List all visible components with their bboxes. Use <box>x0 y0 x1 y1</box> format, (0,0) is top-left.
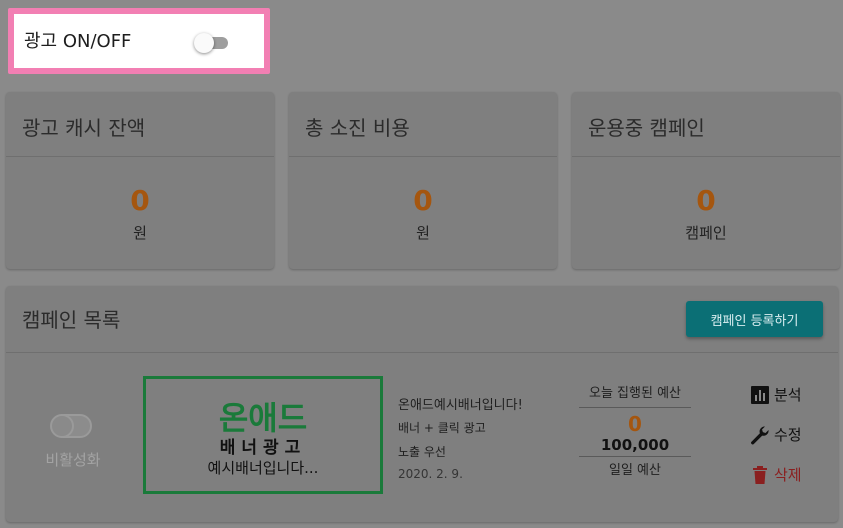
divider <box>579 407 691 408</box>
daily-budget-label: 일일 예산 <box>609 463 661 478</box>
banner-description-text: 예시배너입니다... <box>207 459 319 477</box>
wrench-icon <box>751 426 769 444</box>
divider <box>6 352 838 353</box>
stat-card-total-spend: 총 소진 비용 0 원 <box>289 92 557 269</box>
daily-budget-value: 100,000 <box>600 436 670 454</box>
stat-title: 광고 캐시 잔액 <box>22 116 146 140</box>
stat-value: 0 <box>130 184 150 217</box>
campaign-list-card: 캠페인 목록 캠페인 등록하기 비활성화 온애드 배너광고 예시배너입니다...… <box>6 286 838 522</box>
today-spent-label: 오늘 집행된 예산 <box>589 386 681 401</box>
stat-unit: 원 <box>133 224 147 242</box>
campaign-date: 2020. 2. 9. <box>398 467 463 481</box>
ad-onoff-switch[interactable] <box>194 33 230 53</box>
campaign-budget: 오늘 집행된 예산 0 100,000 일일 예산 <box>579 382 691 478</box>
campaign-type: 배너 + 클릭 광고 <box>398 421 486 435</box>
stat-unit: 캠페인 <box>685 224 727 242</box>
delete-label: 삭제 <box>774 466 802 484</box>
campaign-exposure: 노출 우선 <box>398 445 446 459</box>
divider <box>6 156 274 157</box>
divider <box>579 456 691 457</box>
today-spent-value: 0 <box>628 412 642 436</box>
divider <box>289 156 557 157</box>
edit-button[interactable]: 수정 <box>750 424 802 445</box>
switch-knob <box>50 414 74 438</box>
ad-toggle-label: 광고 ON/OFF <box>24 31 132 52</box>
stat-value: 0 <box>696 184 716 217</box>
trash-icon <box>753 465 767 484</box>
campaign-status-label: 비활성화 <box>45 451 101 469</box>
analyze-button[interactable]: 분석 <box>750 384 802 405</box>
banner-preview: 온애드 배너광고 예시배너입니다... <box>143 376 383 494</box>
campaign-list-title: 캠페인 목록 <box>22 308 121 332</box>
banner-subtitle-text: 배너광고 <box>219 438 307 458</box>
delete-button[interactable]: 삭제 <box>750 464 802 485</box>
stat-value: 0 <box>413 184 433 217</box>
stat-title: 총 소진 비용 <box>305 116 410 140</box>
register-campaign-button[interactable]: 캠페인 등록하기 <box>686 301 823 337</box>
campaign-active-switch[interactable] <box>50 414 92 440</box>
stat-card-ad-cash: 광고 캐시 잔액 0 원 <box>6 92 274 269</box>
stat-title: 운용중 캠페인 <box>588 116 705 140</box>
dashboard: 광고 ON/OFF 광고 캐시 잔액 0 원 총 소진 비용 0 원 운용중 캠… <box>0 0 843 528</box>
bar-chart-icon <box>751 385 769 404</box>
campaign-name: 온애드예시배너입니다! <box>398 398 523 413</box>
stat-card-active-campaigns: 운용중 캠페인 0 캠페인 <box>572 92 840 269</box>
edit-label: 수정 <box>774 426 802 444</box>
divider <box>572 156 840 157</box>
analyze-label: 분석 <box>774 386 802 404</box>
ad-toggle-card: 광고 ON/OFF <box>8 8 270 74</box>
switch-knob <box>194 33 214 53</box>
stat-unit: 원 <box>416 224 430 242</box>
